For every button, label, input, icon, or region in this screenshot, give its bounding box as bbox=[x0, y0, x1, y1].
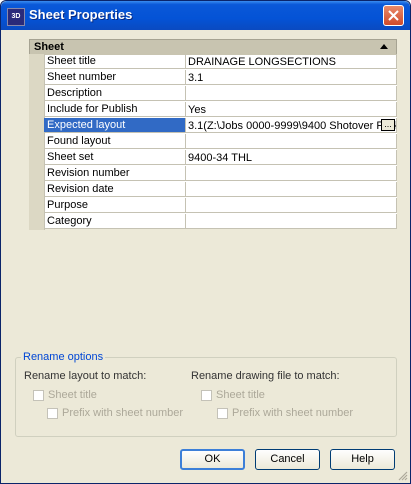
property-value[interactable] bbox=[186, 214, 397, 229]
layout-prefix-label: Prefix with sheet number bbox=[62, 407, 184, 419]
property-value[interactable] bbox=[186, 166, 397, 181]
property-row-sheet-number[interactable]: Sheet number 3.1 bbox=[29, 70, 397, 86]
property-value[interactable]: 3.1(Z:\Jobs 0000-9999\9400 Shotover Park… bbox=[186, 118, 397, 133]
property-name: Revision date bbox=[44, 182, 186, 197]
property-row-category[interactable]: Category bbox=[29, 214, 397, 230]
layout-prefix-checkbox[interactable] bbox=[47, 408, 58, 419]
property-row-sheet-title[interactable]: Sheet title DRAINAGE LONGSECTIONS bbox=[29, 54, 397, 70]
close-icon bbox=[388, 10, 399, 21]
property-rows: Sheet title DRAINAGE LONGSECTIONS Sheet … bbox=[29, 54, 397, 230]
section-header-sheet[interactable]: Sheet bbox=[29, 39, 397, 55]
help-button[interactable]: Help bbox=[330, 449, 395, 470]
property-name: Category bbox=[44, 214, 186, 229]
resize-grip-icon[interactable] bbox=[396, 469, 408, 481]
property-value[interactable]: 9400-34 THL bbox=[186, 150, 397, 165]
close-button[interactable] bbox=[383, 5, 404, 26]
property-value[interactable] bbox=[186, 182, 397, 197]
file-sheet-title-checkbox[interactable] bbox=[201, 390, 212, 401]
property-name: Sheet set bbox=[44, 150, 186, 165]
window-title: Sheet Properties bbox=[29, 7, 133, 22]
layout-sheet-title-label: Sheet title bbox=[48, 389, 97, 401]
property-name: Revision number bbox=[44, 166, 186, 181]
property-value[interactable]: DRAINAGE LONGSECTIONS bbox=[186, 54, 397, 69]
rename-file-label: Rename drawing file to match: bbox=[191, 370, 340, 382]
property-row-purpose[interactable]: Purpose bbox=[29, 198, 397, 214]
autocad-app-icon: 3D bbox=[7, 8, 25, 26]
property-name: Sheet title bbox=[44, 54, 186, 69]
property-row-found-layout[interactable]: Found layout bbox=[29, 134, 397, 150]
layout-sheet-title-checkbox[interactable] bbox=[33, 390, 44, 401]
cancel-button[interactable]: Cancel bbox=[255, 449, 320, 470]
property-value[interactable]: Yes bbox=[186, 102, 397, 117]
property-name: Include for Publish bbox=[44, 102, 186, 117]
property-row-include-for-publish[interactable]: Include for Publish Yes bbox=[29, 102, 397, 118]
property-row-expected-layout[interactable]: Expected layout 3.1(Z:\Jobs 0000-9999\94… bbox=[29, 118, 397, 134]
property-value[interactable] bbox=[186, 134, 397, 149]
property-name: Purpose bbox=[44, 198, 186, 213]
ok-button[interactable]: OK bbox=[180, 449, 245, 470]
property-row-revision-date[interactable]: Revision date bbox=[29, 182, 397, 198]
property-row-sheet-set[interactable]: Sheet set 9400-34 THL bbox=[29, 150, 397, 166]
file-prefix-checkbox[interactable] bbox=[217, 408, 228, 419]
property-value[interactable] bbox=[186, 198, 397, 213]
property-row-description[interactable]: Description bbox=[29, 86, 397, 102]
property-value[interactable] bbox=[186, 86, 397, 101]
property-value[interactable]: 3.1 bbox=[186, 70, 397, 85]
title-bar[interactable]: 3D Sheet Properties bbox=[1, 1, 410, 30]
file-sheet-title-label: Sheet title bbox=[216, 389, 265, 401]
property-name: Found layout bbox=[44, 134, 186, 149]
property-row-revision-number[interactable]: Revision number bbox=[29, 166, 397, 182]
property-name: Sheet number bbox=[44, 70, 186, 85]
file-prefix-label: Prefix with sheet number bbox=[232, 407, 354, 419]
sheet-properties-dialog: 3D Sheet Properties Sheet Sheet title DR… bbox=[0, 0, 411, 484]
properties-grid: Sheet Sheet title DRAINAGE LONGSECTIONS … bbox=[29, 39, 397, 230]
expected-layout-text: 3.1(Z:\Jobs 0000-9999\9400 Shotover Park… bbox=[188, 120, 397, 132]
property-name: Description bbox=[44, 86, 186, 101]
browse-ellipsis-button[interactable]: ... bbox=[381, 119, 395, 131]
collapse-up-icon[interactable] bbox=[380, 44, 388, 49]
section-label: Sheet bbox=[34, 41, 64, 53]
rename-options-legend: Rename options bbox=[21, 351, 106, 363]
property-name: Expected layout bbox=[44, 118, 186, 133]
rename-layout-label: Rename layout to match: bbox=[24, 370, 147, 382]
